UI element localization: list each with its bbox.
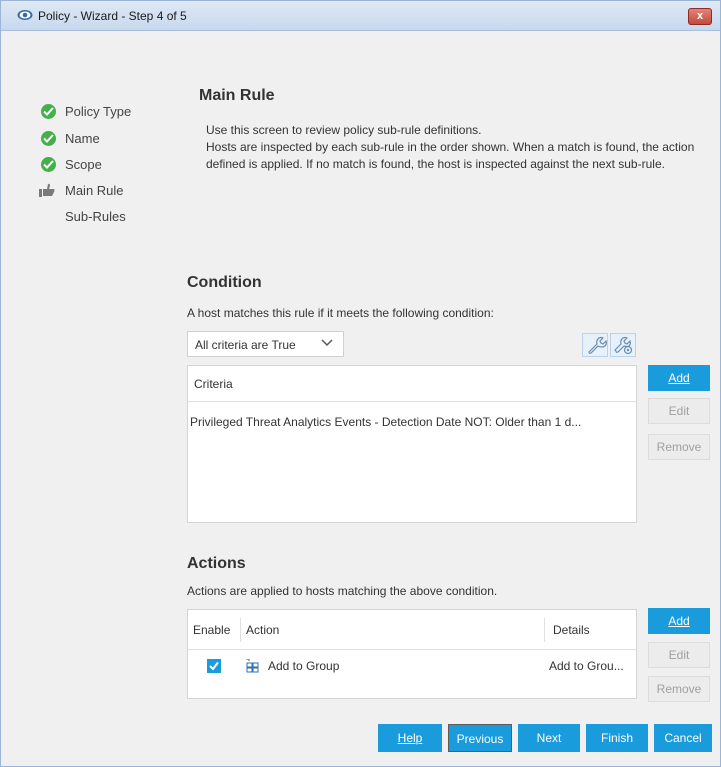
check-icon bbox=[41, 131, 56, 146]
actions-title: Actions bbox=[187, 555, 246, 572]
previous-button[interactable]: Previous bbox=[448, 724, 512, 752]
criteria-header: Criteria bbox=[188, 366, 636, 402]
button-label: Finish bbox=[600, 731, 633, 745]
actions-edit-button[interactable]: Edit bbox=[648, 642, 710, 668]
step-label: Scope bbox=[65, 157, 102, 172]
button-label: Remove bbox=[656, 440, 702, 454]
wrench-button[interactable] bbox=[582, 333, 608, 357]
condition-add-button[interactable]: Add bbox=[648, 365, 710, 391]
help-button[interactable]: Help bbox=[378, 724, 442, 752]
button-label: Previous bbox=[456, 732, 504, 746]
action-name: Add to Group bbox=[268, 659, 340, 673]
column-enable[interactable]: Enable bbox=[193, 623, 230, 637]
step-label: Main Rule bbox=[65, 183, 124, 198]
criteria-header-label: Criteria bbox=[194, 377, 233, 391]
action-details: Add to Grou... bbox=[549, 659, 624, 673]
condition-title: Condition bbox=[187, 274, 262, 291]
column-divider bbox=[544, 618, 545, 642]
step-name: Name bbox=[39, 129, 189, 149]
button-label: Help bbox=[397, 731, 423, 745]
check-icon bbox=[41, 157, 56, 172]
condition-edit-button[interactable]: Edit bbox=[648, 398, 710, 424]
finish-button[interactable]: Finish bbox=[586, 724, 648, 752]
column-details[interactable]: Details bbox=[553, 623, 590, 637]
add-to-group-icon bbox=[246, 659, 259, 673]
button-label: Remove bbox=[656, 682, 702, 696]
check-icon bbox=[41, 104, 56, 119]
table-row[interactable]: Privileged Threat Analytics Events - Det… bbox=[188, 412, 636, 434]
step-policy-type: Policy Type bbox=[39, 102, 189, 122]
column-divider bbox=[240, 618, 241, 642]
close-button[interactable]: x bbox=[688, 8, 712, 25]
page-title: Main Rule bbox=[199, 87, 275, 104]
thumbs-up-icon bbox=[39, 183, 55, 197]
enable-checkbox[interactable] bbox=[207, 659, 221, 673]
chevron-down-icon bbox=[321, 339, 333, 347]
actions-subtitle: Actions are applied to hosts matching th… bbox=[187, 584, 498, 598]
wrench-icon bbox=[588, 336, 607, 354]
page-description: Use this screen to review policy sub-rul… bbox=[206, 122, 721, 173]
description-line: Use this screen to review policy sub-rul… bbox=[206, 123, 482, 137]
criteria-mode-dropdown[interactable]: All criteria are True bbox=[187, 331, 344, 357]
step-sub-rules: Sub-Rules bbox=[39, 207, 189, 227]
step-label: Name bbox=[65, 131, 100, 146]
eye-icon bbox=[17, 10, 33, 20]
button-label: Edit bbox=[668, 648, 690, 662]
condition-subtitle: A host matches this rule if it meets the… bbox=[187, 306, 494, 320]
actions-header: Enable Action Details bbox=[188, 610, 636, 650]
step-label: Policy Type bbox=[65, 104, 132, 119]
window-title: Policy - Wizard - Step 4 of 5 bbox=[38, 9, 187, 23]
actions-table: Enable Action Details Add to Group Add t… bbox=[187, 609, 637, 699]
table-row[interactable]: Add to Group Add to Grou... bbox=[188, 656, 636, 678]
description-paragraph: Hosts are inspected by each sub-rule in … bbox=[206, 140, 695, 171]
button-label: Next bbox=[536, 731, 562, 745]
wrench-settings-button[interactable] bbox=[610, 333, 636, 357]
actions-remove-button[interactable]: Remove bbox=[648, 676, 710, 702]
close-icon: x bbox=[696, 10, 704, 22]
button-label: Add bbox=[668, 371, 690, 385]
next-button[interactable]: Next bbox=[518, 724, 580, 752]
step-main-rule: Main Rule bbox=[39, 181, 189, 201]
criteria-row-text: Privileged Threat Analytics Events - Det… bbox=[190, 415, 582, 429]
title-bar: Policy - Wizard - Step 4 of 5 x bbox=[1, 1, 720, 31]
condition-remove-button[interactable]: Remove bbox=[648, 434, 710, 460]
dropdown-value: All criteria are True bbox=[195, 338, 296, 352]
column-action[interactable]: Action bbox=[246, 623, 279, 637]
button-label: Edit bbox=[668, 404, 690, 418]
cancel-button[interactable]: Cancel bbox=[654, 724, 712, 752]
checkmark-icon bbox=[209, 661, 219, 671]
criteria-table: Criteria Privileged Threat Analytics Eve… bbox=[187, 365, 637, 523]
step-scope: Scope bbox=[39, 155, 189, 175]
button-label: Add bbox=[668, 614, 690, 628]
button-label: Cancel bbox=[664, 731, 702, 745]
wrench-gear-icon bbox=[614, 336, 633, 355]
step-label: Sub-Rules bbox=[65, 209, 126, 224]
actions-add-button[interactable]: Add bbox=[648, 608, 710, 634]
